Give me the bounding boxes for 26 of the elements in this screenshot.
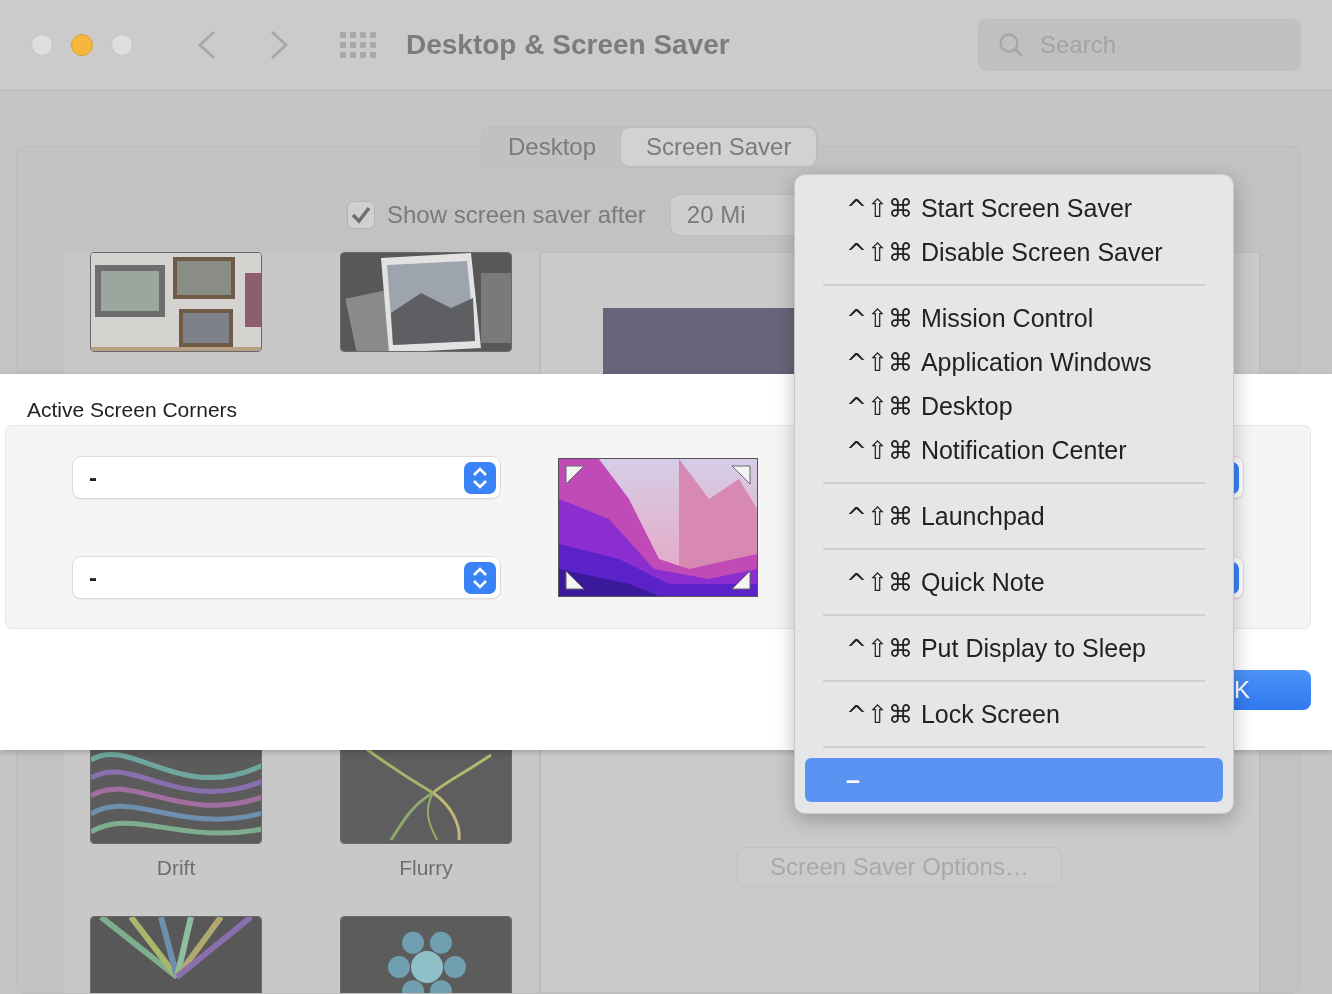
- popup-button[interactable]: -: [73, 457, 500, 498]
- minimize-button[interactable]: [71, 34, 93, 56]
- screen-saver-name: Drift: [156, 856, 196, 879]
- checkbox[interactable]: [347, 201, 375, 229]
- close-button[interactable]: [31, 34, 53, 56]
- forward-icon[interactable]: [269, 30, 289, 60]
- menu-item[interactable]: ^⇧⌘ Lock Screen: [805, 692, 1223, 736]
- menu-item[interactable]: ^⇧⌘ Mission Control: [805, 296, 1223, 340]
- menu-item[interactable]: ^⇧⌘ Put Display to Sleep: [805, 626, 1223, 670]
- screen-saver-name: Flurry: [399, 856, 453, 879]
- back-icon[interactable]: [197, 30, 217, 60]
- corner-icon: [731, 570, 751, 590]
- corner-icon: [731, 465, 751, 485]
- section-title: Active Screen Corners: [27, 398, 238, 422]
- menu-item[interactable]: ^⇧⌘ Notification Center: [805, 428, 1223, 472]
- menu-item[interactable]: ^⇧⌘ Desktop: [805, 384, 1223, 428]
- grid-icon[interactable]: [340, 32, 376, 58]
- window-title: Desktop & Screen Saver: [406, 29, 730, 61]
- checkbox-label: Show screen saver after: [387, 201, 646, 229]
- menu-item[interactable]: ^⇧⌘ Application Windows: [805, 340, 1223, 384]
- corner-icon: [565, 570, 585, 590]
- menu-item[interactable]: ^⇧⌘ Quick Note: [805, 560, 1223, 604]
- corner-icon: [565, 465, 585, 485]
- zoom-button[interactable]: [111, 34, 133, 56]
- menu-item[interactable]: ^⇧⌘ Launchpad: [805, 494, 1223, 538]
- popup-button[interactable]: -: [73, 557, 500, 598]
